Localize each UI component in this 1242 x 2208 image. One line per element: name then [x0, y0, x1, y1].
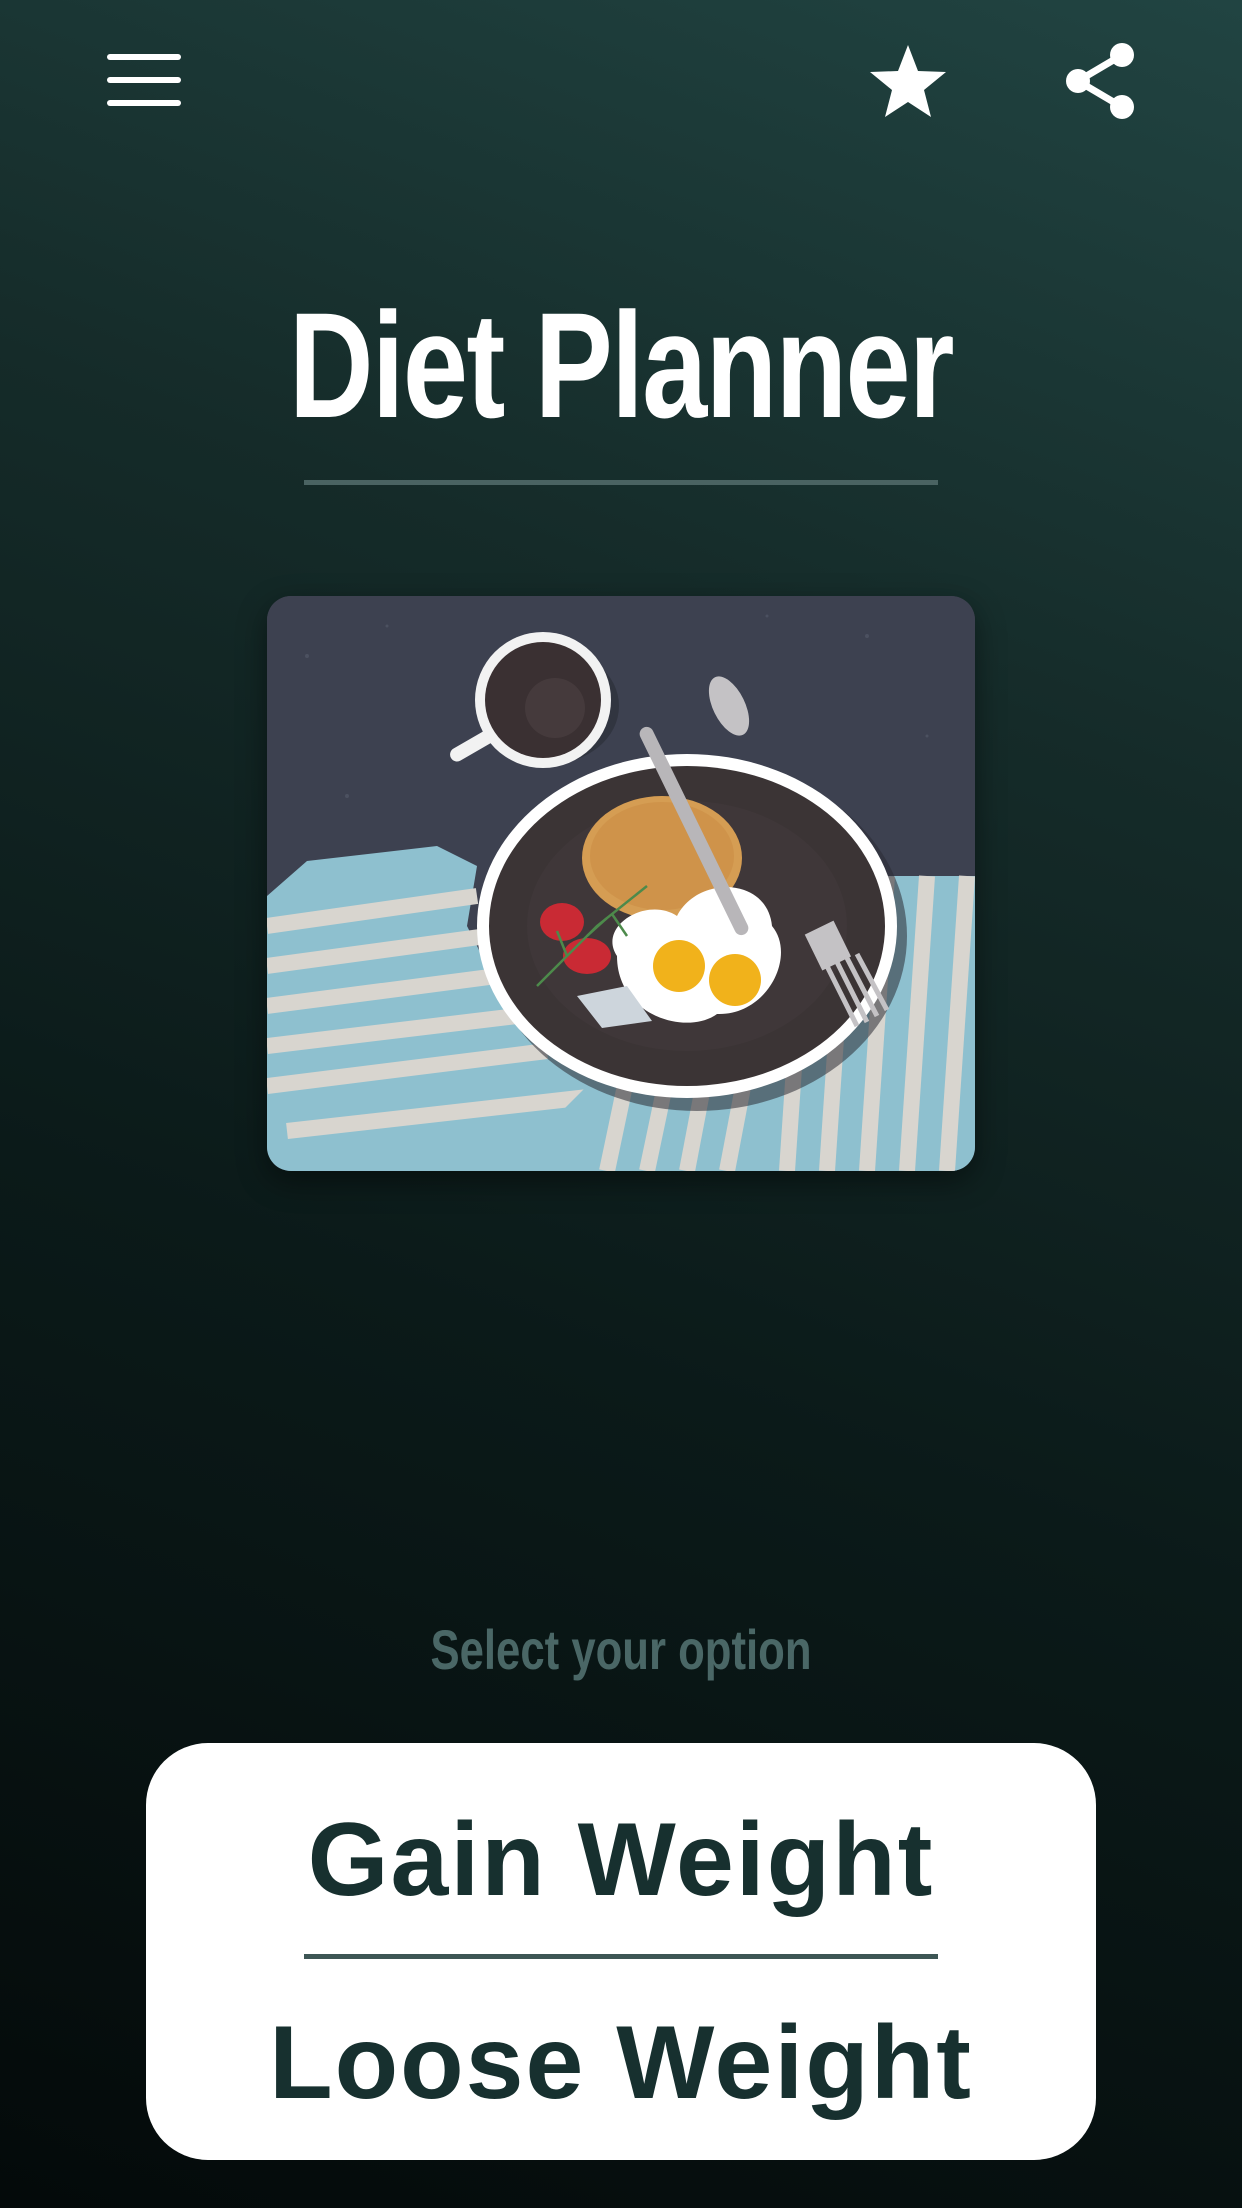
share-icon — [1066, 43, 1134, 119]
top-app-bar — [0, 0, 1242, 160]
select-option-label: Select your option — [430, 1618, 812, 1681]
app-title: Diet Planner — [289, 281, 955, 449]
menu-button[interactable] — [96, 40, 192, 120]
options-card: Gain Weight Loose Weight — [146, 1743, 1096, 2160]
gain-weight-button[interactable]: Gain Weight — [146, 1805, 1096, 1915]
breakfast-plate-illustration — [267, 596, 975, 1171]
favorite-button[interactable] — [858, 36, 958, 126]
hamburger-menu-icon — [107, 54, 181, 106]
loose-weight-button[interactable]: Loose Weight — [146, 2008, 1096, 2118]
star-icon — [870, 45, 946, 117]
options-divider — [304, 1954, 938, 1959]
title-divider — [304, 480, 938, 485]
share-button[interactable] — [1050, 36, 1150, 126]
breakfast-illustration — [267, 596, 975, 1171]
